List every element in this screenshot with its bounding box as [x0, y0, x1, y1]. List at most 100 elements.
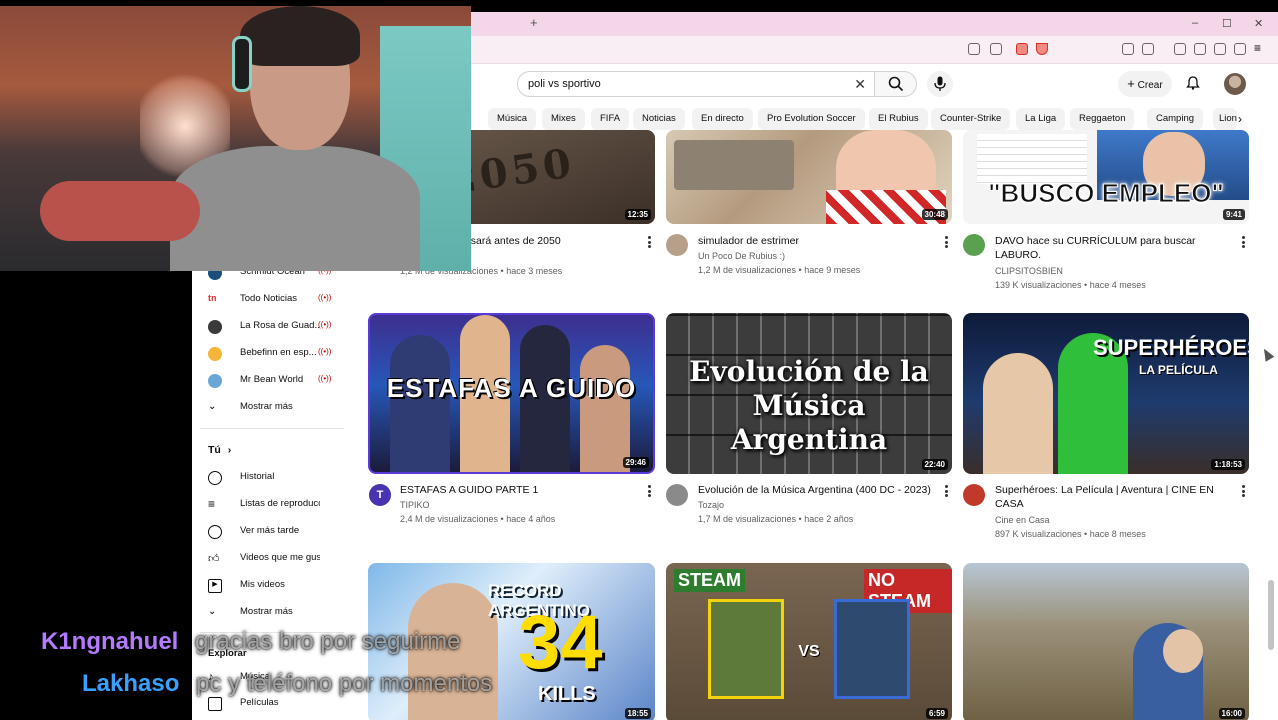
video-title[interactable]: simulador de estrimer: [698, 234, 938, 248]
sidebar-item-todo-noticias[interactable]: tn Todo Noticias ((•)): [192, 289, 342, 311]
chip-el-rubius[interactable]: El Rubius: [869, 108, 928, 130]
extensions-icon[interactable]: [1122, 43, 1134, 55]
sidebar-item-label: Todo Noticias: [240, 293, 298, 304]
playlist-icon: ≡: [208, 497, 216, 511]
channel-avatar[interactable]: [963, 484, 985, 506]
notifications-bell-icon[interactable]: [1186, 76, 1200, 90]
video-title[interactable]: DAVO hace su CURRÍCULUM para buscar LABU…: [995, 234, 1235, 262]
chip-en-directo[interactable]: En directo: [692, 108, 753, 130]
video-thumbnail[interactable]: SUPERHÉROES LA PELÍCULA 1:18:53: [963, 313, 1249, 474]
thumbs-up-icon: 👍︎: [208, 553, 220, 565]
more-options-icon[interactable]: [648, 236, 651, 248]
chip-counter-strike[interactable]: Counter-Strike: [931, 108, 1011, 130]
stream-frame: + – ☐ ✕ ≡ poli vs sportivo ✕ + Crear Mús…: [0, 0, 1278, 720]
you-section-heading[interactable]: Tú ›: [208, 444, 231, 456]
video-icon: ▶: [208, 579, 222, 593]
more-options-icon[interactable]: [648, 485, 651, 497]
sidebar-item-label: Mr Bean World: [240, 374, 304, 385]
chip-la-liga[interactable]: La Liga: [1016, 108, 1066, 130]
video-title[interactable]: Evolución de la Música Argentina (400 DC…: [698, 483, 938, 497]
thumbnail-vs: VS: [798, 643, 820, 660]
channel-name[interactable]: TIPIKO: [400, 498, 430, 512]
video-thumbnail[interactable]: 30:48: [666, 130, 952, 224]
search-input[interactable]: poli vs sportivo ✕: [517, 71, 875, 97]
page-scrollbar[interactable]: [1268, 580, 1274, 650]
channel-name[interactable]: Un Poco De Rubius :): [698, 249, 785, 263]
duration-badge: 29:46: [622, 457, 649, 468]
sidebar-item-bebefinn[interactable]: Bebefinn en esp... ((•)): [192, 343, 342, 365]
sidebar-item-label: La Rosa de Guad...: [240, 320, 320, 331]
close-window-button[interactable]: ✕: [1254, 17, 1263, 30]
channel-avatar: tn: [208, 293, 217, 303]
video-meta: 139 K visualizaciones • hace 4 meses: [995, 280, 1146, 290]
video-title[interactable]: ...sará antes de 2050: [462, 234, 632, 248]
video-title[interactable]: Superhéroes: La Película | Aventura | CI…: [995, 483, 1235, 511]
screenshot-icon[interactable]: [1142, 43, 1154, 55]
more-options-icon[interactable]: [1242, 485, 1245, 497]
chip-reggaeton[interactable]: Reggaeton: [1070, 108, 1135, 130]
sidebar-item-my-videos[interactable]: ▶ Mis videos: [192, 575, 342, 597]
headset-icon: [232, 36, 252, 92]
sidebar-item-mr-bean[interactable]: Mr Bean World ((•)): [192, 370, 342, 392]
more-options-icon[interactable]: [945, 236, 948, 248]
create-button[interactable]: + Crear: [1118, 71, 1172, 97]
chip-pro-evolution-soccer[interactable]: Pro Evolution Soccer: [758, 108, 865, 130]
video-meta: 2,4 M de visualizaciones • hace 4 años: [400, 514, 556, 524]
maximize-button[interactable]: ☐: [1222, 17, 1232, 30]
channel-name[interactable]: Cine en Casa: [995, 513, 1050, 527]
duration-badge: 12:35: [624, 209, 651, 220]
sidebar-toggle-icon[interactable]: [1174, 43, 1186, 55]
history-icon: [208, 471, 222, 485]
duration-badge: 9:41: [1222, 209, 1245, 220]
more-options-icon[interactable]: [945, 485, 948, 497]
chip-camping[interactable]: Camping: [1147, 108, 1204, 130]
channel-avatar[interactable]: [666, 484, 688, 506]
live-icon: ((•)): [318, 374, 332, 383]
wallet-icon[interactable]: [1194, 43, 1206, 55]
minimize-button[interactable]: –: [1192, 17, 1198, 29]
clear-search-icon[interactable]: ✕: [854, 76, 866, 93]
video-thumbnail[interactable]: "BUSCO EMPLEO" 9:41: [963, 130, 1249, 224]
voice-search-button[interactable]: [927, 71, 953, 97]
sidebar-show-more[interactable]: ⌄ Mostrar más: [192, 397, 342, 419]
channel-avatar[interactable]: [666, 234, 688, 256]
account-avatar[interactable]: [1224, 73, 1246, 95]
sidebar-item-watch-later[interactable]: Ver más tarde: [192, 521, 342, 543]
vpn-icon[interactable]: [1234, 43, 1246, 55]
thumbnail-text: ESTAFAS A GUIDO: [386, 373, 637, 403]
search-button[interactable]: [875, 71, 917, 97]
cast-icon[interactable]: [968, 43, 980, 55]
channel-name[interactable]: CLIPSITOSBIEN: [995, 264, 1063, 278]
new-tab-button[interactable]: +: [530, 15, 538, 30]
rewards-icon[interactable]: [1036, 43, 1048, 55]
chip-mixes[interactable]: Mixes: [542, 108, 585, 130]
more-options-icon[interactable]: [1242, 236, 1245, 248]
menu-icon[interactable]: ≡: [1254, 42, 1266, 55]
video-thumbnail[interactable]: Evolución de la Música Argentina 22:40: [666, 313, 952, 474]
search-query: poli vs sportivo: [528, 78, 601, 90]
sidebar-item-la-rosa[interactable]: La Rosa de Guad... ((•)): [192, 316, 342, 338]
chip-lionel[interactable]: Lionel: [1213, 108, 1237, 130]
sidebar-show-more-2[interactable]: ⌄ Mostrar más: [192, 602, 342, 624]
channel-avatar: [208, 320, 222, 334]
sidebar-item-history[interactable]: Historial: [192, 467, 342, 489]
channel-avatar[interactable]: [963, 234, 985, 256]
chip-musica[interactable]: Música: [488, 108, 537, 130]
chip-fifa[interactable]: FIFA: [591, 108, 630, 130]
brave-shield-icon[interactable]: [1016, 43, 1028, 55]
chat-message: K1ngnahuel gracias bro por seguirme: [41, 628, 460, 656]
chip-noticias[interactable]: Noticias: [633, 108, 685, 130]
chevron-right-icon[interactable]: ›: [1238, 112, 1242, 126]
leo-ai-icon[interactable]: [1214, 43, 1226, 55]
channel-avatar[interactable]: T: [369, 484, 391, 506]
share-icon[interactable]: [990, 43, 1002, 55]
sidebar-item-playlists[interactable]: ≡ Listas de reproducc...: [192, 494, 342, 516]
channel-name[interactable]: Tozajo: [698, 498, 724, 512]
sidebar-item-liked-videos[interactable]: 👍︎ Videos que me gus...: [192, 548, 342, 570]
video-thumbnail[interactable]: ESTAFAS A GUIDO 29:46: [368, 313, 655, 474]
duration-badge: 22:40: [921, 459, 948, 470]
chat-username: Lakhaso: [82, 670, 180, 697]
video-thumbnail[interactable]: STEAM NO STEAM VS 6:59: [666, 563, 952, 720]
video-thumbnail[interactable]: 16:00: [963, 563, 1249, 720]
video-title[interactable]: ESTAFAS A GUIDO PARTE 1: [400, 483, 640, 497]
